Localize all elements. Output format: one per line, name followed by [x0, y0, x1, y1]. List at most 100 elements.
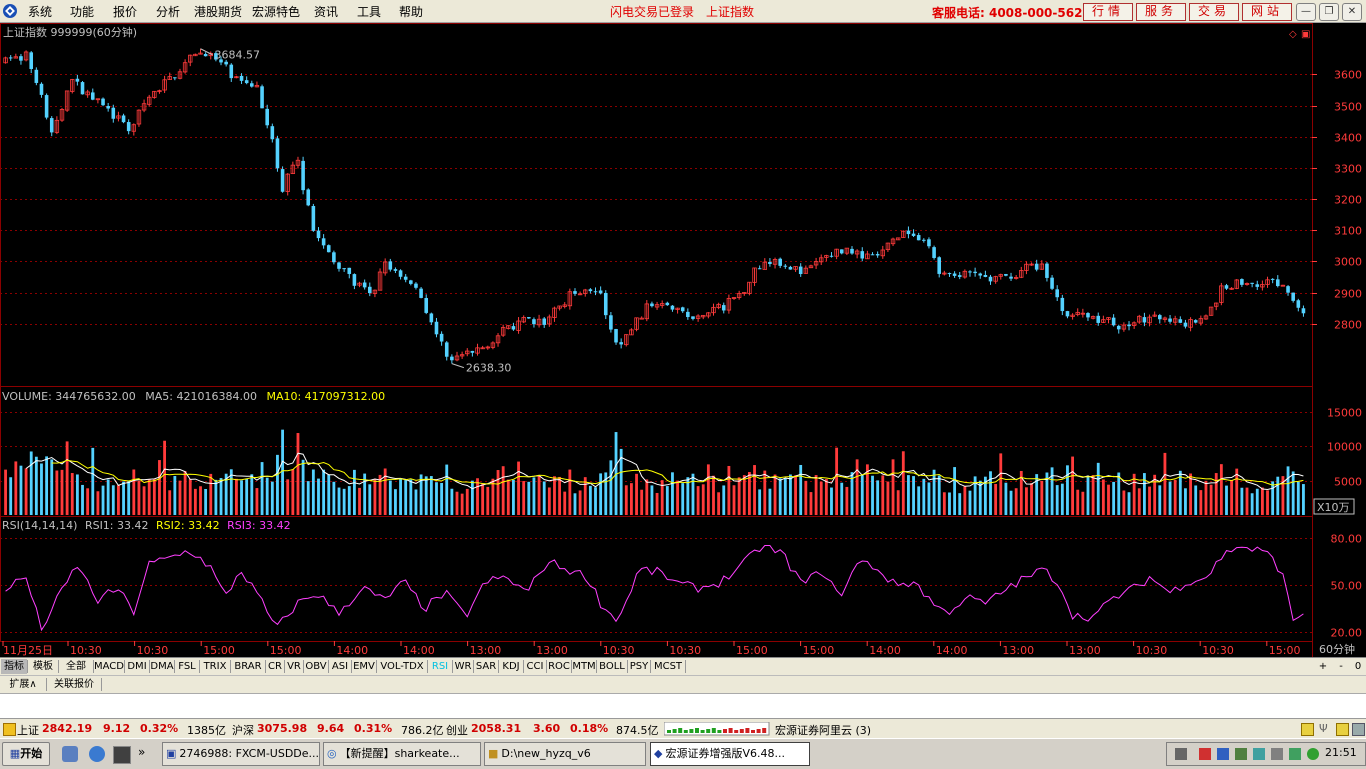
keyboard-icon[interactable]: [1175, 748, 1187, 760]
message-icon[interactable]: [1301, 723, 1314, 736]
indicator-tab-obv[interactable]: OBV: [304, 659, 328, 674]
reset-zoom-button[interactable]: 0: [1351, 659, 1365, 674]
volume-bar: [588, 485, 592, 515]
indicator-tab-macd[interactable]: MACD: [94, 659, 124, 674]
market-button[interactable]: 行情: [1083, 3, 1133, 21]
tray-app-icon[interactable]: [1271, 748, 1283, 760]
taskbar-window-hongyuan[interactable]: ◆ 宏源证券增强版V6.48...: [650, 742, 810, 766]
settings-icon[interactable]: [1352, 723, 1365, 736]
close-icon[interactable]: ✕: [1342, 3, 1362, 21]
hs-change: 9.64: [317, 722, 345, 735]
quicklaunch-more-icon[interactable]: »: [138, 745, 145, 759]
indicator-tab-[interactable]: 模板: [28, 659, 58, 674]
indicator-tab-dma[interactable]: DMA: [150, 659, 174, 674]
indicator-tab-cci[interactable]: CCI: [524, 659, 546, 674]
related-quote-tab[interactable]: 关联报价: [48, 677, 100, 692]
volume-bar: [917, 486, 921, 515]
candle-body: [1291, 292, 1295, 301]
start-button[interactable]: ▦开始: [2, 742, 50, 766]
taskbar-window-browser[interactable]: ◎ 【新提醒】sharkeate...: [323, 742, 481, 766]
security-icon[interactable]: [1217, 748, 1229, 760]
tray-status-icon[interactable]: [1307, 748, 1319, 760]
menu-help[interactable]: 帮助: [399, 3, 423, 20]
indicator-tab-brar[interactable]: BRAR: [231, 659, 265, 674]
indicator-tab-trix[interactable]: TRIX: [200, 659, 230, 674]
indicator-tab-rsi[interactable]: RSI: [428, 659, 452, 674]
volume-bar: [599, 473, 603, 515]
indicator-tab-dmi[interactable]: DMI: [125, 659, 149, 674]
candle-body: [947, 273, 952, 275]
indicator-tab-vr[interactable]: VR: [285, 659, 303, 674]
indicator-tab-cr[interactable]: CR: [266, 659, 284, 674]
menu-system[interactable]: 系统: [28, 3, 52, 20]
candle-body: [1270, 278, 1275, 280]
period-label[interactable]: 60分钟: [1319, 642, 1355, 656]
volume-bar: [1250, 493, 1254, 515]
candle-body: [173, 77, 177, 79]
volume-bar: [696, 486, 700, 515]
volume-bar: [706, 464, 710, 515]
menu-function[interactable]: 功能: [70, 3, 94, 20]
restore-icon[interactable]: ❐: [1319, 3, 1339, 21]
menu-analysis[interactable]: 分析: [156, 3, 180, 20]
candle-body: [768, 261, 772, 264]
indicator-tab-[interactable]: 全部: [59, 659, 93, 674]
expand-tab[interactable]: 扩展∧: [2, 677, 44, 692]
menu-info[interactable]: 资讯: [314, 3, 338, 20]
candle-body: [434, 321, 439, 335]
indicator-tab-roc[interactable]: ROC: [547, 659, 571, 674]
breadth-bar: [751, 730, 755, 733]
indicator-tab-mtm[interactable]: MTM: [572, 659, 596, 674]
indicator-tab-kdj[interactable]: KDJ: [499, 659, 523, 674]
terminal-icon[interactable]: [113, 746, 131, 764]
indicator-tab-wr[interactable]: WR: [453, 659, 473, 674]
browser-icon[interactable]: [89, 746, 105, 762]
website-button[interactable]: 网站: [1242, 3, 1292, 21]
sound-icon[interactable]: [1253, 748, 1265, 760]
expand-icon[interactable]: ◇: [1289, 29, 1297, 40]
trade-button[interactable]: 交易: [1189, 3, 1239, 21]
taskbar-window-fxcm[interactable]: ▣ 2746988: FXCM-USDDe...: [162, 742, 320, 766]
indicator-tab-voltdx[interactable]: VOL-TDX: [377, 659, 427, 674]
indicator-tab-fsl[interactable]: FSL: [175, 659, 199, 674]
candle-body: [90, 92, 95, 100]
indicator-tab-asi[interactable]: ASI: [329, 659, 351, 674]
status-menu-icon[interactable]: [3, 723, 16, 736]
volume-bar: [81, 484, 84, 515]
volume-bar: [799, 464, 803, 515]
app-logo-icon[interactable]: [2, 3, 18, 19]
candle-body: [598, 290, 603, 294]
hs-amount: 786.2亿: [401, 724, 444, 737]
kline-chart-area[interactable]: 2800 2900 3000 3100 3200 3300 3400 3500 3600 500…: [0, 23, 1366, 657]
taskbar-window-folder[interactable]: ■ D:\new_hyzq_v6: [484, 742, 646, 766]
rsi3-value: RSI3: 33.42: [227, 519, 291, 532]
show-desktop-icon[interactable]: [62, 746, 78, 762]
service-button[interactable]: 服务: [1136, 3, 1186, 21]
candle-body: [691, 316, 695, 319]
maximize-pane-icon[interactable]: ▣: [1301, 29, 1310, 40]
rsi2-value: RSI2: 33.42: [156, 519, 220, 532]
zoom-in-button[interactable]: +: [1316, 659, 1330, 674]
volume-bar: [501, 466, 505, 515]
volume-bar: [132, 469, 136, 515]
menu-tools[interactable]: 工具: [357, 3, 381, 20]
indicator-tab-[interactable]: 指标: [1, 659, 27, 674]
tray-update-icon[interactable]: [1289, 748, 1301, 760]
indicator-tab-psy[interactable]: PSY: [628, 659, 650, 674]
price-tick-label: 2800: [1334, 319, 1362, 332]
volume-bar: [1040, 480, 1044, 515]
network-icon[interactable]: [1235, 748, 1247, 760]
notice-icon[interactable]: [1336, 723, 1349, 736]
volume-bar: [701, 484, 705, 515]
menu-quote[interactable]: 报价: [113, 3, 137, 20]
indicator-tab-emv[interactable]: EMV: [352, 659, 376, 674]
menu-hongyuan-special[interactable]: 宏源特色: [252, 3, 300, 20]
volume-bar: [4, 469, 7, 515]
indicator-tab-sar[interactable]: SAR: [474, 659, 498, 674]
antivirus-icon[interactable]: [1199, 748, 1211, 760]
indicator-tab-boll[interactable]: BOLL: [597, 659, 627, 674]
minimize-icon[interactable]: —: [1296, 3, 1316, 21]
indicator-tab-mcst[interactable]: MCST: [651, 659, 685, 674]
menu-hk-futures[interactable]: 港股期货: [194, 3, 242, 20]
zoom-out-button[interactable]: -: [1334, 659, 1348, 674]
